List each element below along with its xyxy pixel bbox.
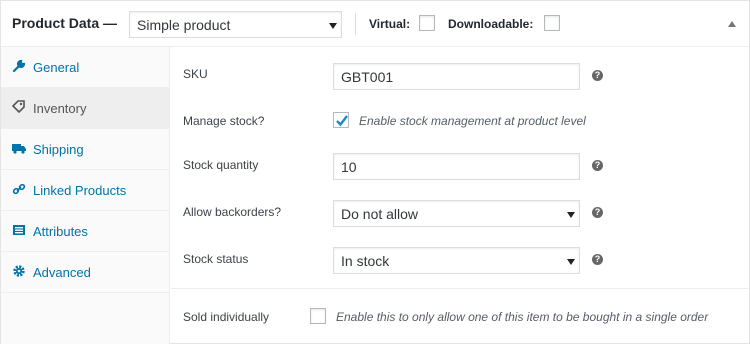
collapse-toggle-icon[interactable] (728, 21, 736, 27)
tab-inventory-label: Inventory (33, 101, 87, 116)
allow-backorders-value: Do not allow (341, 206, 419, 222)
wrench-icon (12, 59, 26, 73)
tab-shipping[interactable]: Shipping (1, 129, 169, 170)
tab-shipping-label: Shipping (33, 142, 84, 157)
allow-backorders-label: Allow backorders? (183, 205, 282, 219)
tab-linked-products[interactable]: Linked Products (1, 170, 169, 211)
tab-inventory[interactable]: Inventory (1, 88, 169, 129)
stock-status-value: In stock (341, 253, 390, 269)
tab-advanced[interactable]: Advanced (1, 252, 169, 293)
sold-individually-checkbox[interactable] (310, 308, 326, 324)
sku-value: GBT001 (341, 69, 394, 85)
gear-icon (12, 264, 26, 278)
product-type-select[interactable]: Simple product (129, 11, 342, 38)
tab-attributes-label: Attributes (33, 224, 88, 239)
sold-individually-description: Enable this to only allow one of this it… (336, 310, 709, 324)
tab-attributes[interactable]: Attributes (1, 211, 169, 252)
sku-label: SKU (183, 67, 208, 81)
sku-input[interactable]: GBT001 (333, 63, 580, 90)
stock-quantity-value: 10 (341, 159, 357, 175)
panel-title-text: Product Data (12, 15, 100, 31)
stock-quantity-input[interactable]: 10 (333, 153, 580, 180)
help-icon[interactable]: ? (592, 207, 603, 218)
downloadable-label: Downloadable: (448, 17, 534, 31)
tag-icon (11, 100, 26, 114)
chevron-down-icon (329, 23, 337, 29)
product-type-value: Simple product (137, 17, 231, 33)
manage-stock-checkbox[interactable] (333, 112, 349, 128)
tab-advanced-label: Advanced (33, 265, 91, 280)
product-data-tabs: General Inventory Shipping Linked Produc… (1, 47, 170, 344)
manage-stock-label: Manage stock? (183, 114, 265, 128)
chevron-down-icon (567, 259, 575, 265)
truck-icon (12, 141, 26, 155)
help-icon[interactable]: ? (592, 160, 603, 171)
section-divider (171, 288, 750, 289)
chevron-down-icon (567, 212, 575, 218)
list-icon (12, 223, 26, 237)
allow-backorders-select[interactable]: Do not allow (333, 200, 580, 227)
stock-quantity-label: Stock quantity (183, 158, 259, 172)
link-icon (12, 182, 26, 196)
checkmark-icon (336, 115, 348, 127)
sold-individually-label: Sold individually (183, 310, 270, 324)
title-dash: — (103, 15, 118, 31)
tab-linked-products-label: Linked Products (33, 183, 127, 198)
header-divider (355, 13, 356, 35)
virtual-label: Virtual: (369, 17, 411, 31)
product-data-panel: Product Data — Simple product Virtual: D… (0, 0, 750, 344)
panel-header: Product Data — Simple product Virtual: D… (1, 1, 749, 47)
manage-stock-description: Enable stock management at product level (359, 114, 586, 128)
downloadable-checkbox[interactable] (544, 15, 560, 31)
tab-general[interactable]: General (1, 47, 169, 88)
help-icon[interactable]: ? (592, 254, 603, 265)
stock-status-label: Stock status (183, 252, 249, 266)
tab-general-label: General (33, 60, 80, 75)
help-icon[interactable]: ? (592, 70, 603, 81)
panel-title: Product Data — (12, 15, 117, 31)
virtual-checkbox[interactable] (419, 15, 435, 31)
stock-status-select[interactable]: In stock (333, 247, 580, 274)
